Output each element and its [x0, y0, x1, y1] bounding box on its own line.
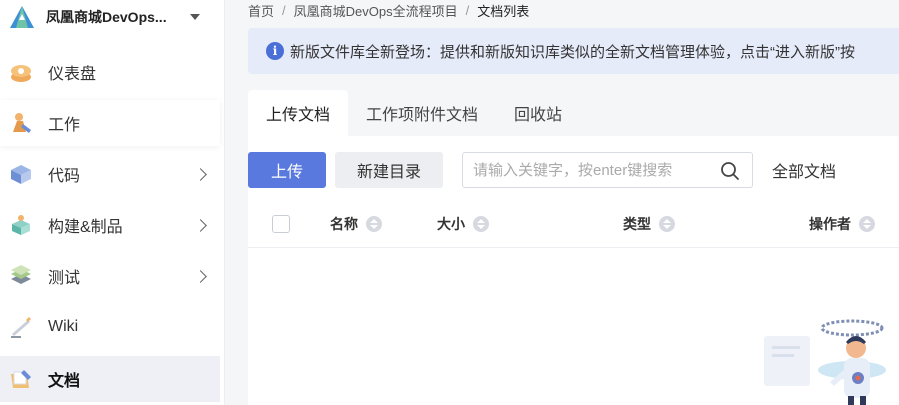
breadcrumb-separator: /: [282, 2, 286, 18]
sidebar-item-label: Wiki: [48, 318, 79, 335]
sort-icon[interactable]: [859, 216, 875, 232]
code-icon: [11, 165, 31, 184]
column-label: 大小: [437, 216, 465, 232]
sort-icon[interactable]: [473, 216, 489, 232]
tab-recycle-bin[interactable]: 回收站: [496, 90, 580, 136]
tab-upload-docs[interactable]: 上传文档: [248, 90, 349, 136]
breadcrumb-project-link[interactable]: 凤凰商城DevOps全流程项目: [294, 1, 458, 20]
chevron-down-icon[interactable]: [190, 14, 200, 20]
column-header-size[interactable]: 大小: [437, 200, 489, 248]
sidebar-item-work[interactable]: 工作: [0, 100, 220, 146]
sidebar-item-label: 代码: [48, 168, 81, 185]
sidebar-item-label: 测试: [48, 270, 81, 287]
doc-tabs: 上传文档 工作项附件文档 回收站: [248, 90, 899, 136]
table-header: 名称 大小 类型 操作者: [248, 200, 899, 248]
sidebar-item-label: 工作: [48, 117, 81, 134]
wiki-icon: [11, 317, 31, 338]
project-switcher[interactable]: 凤凰商城DevOps...: [0, 0, 224, 34]
sort-icon[interactable]: [366, 216, 382, 232]
column-label: 类型: [623, 216, 651, 232]
sidebar-item-label: 构建&制品: [48, 219, 123, 236]
sidebar: 凤凰商城DevOps... 仪表盘 工作 代码 构建&制品 测试 Wiki 文档: [0, 0, 225, 405]
upload-button[interactable]: 上传: [248, 152, 326, 188]
dashboard-icon: [11, 65, 31, 82]
notice-banner: i 新版文件库全新登场：提供和新版知识库类似的全新文档管理体验，点击“进入新版”…: [248, 28, 899, 74]
column-header-name[interactable]: 名称: [330, 200, 382, 248]
sidebar-item-label: 仪表盘: [48, 66, 97, 83]
column-label: 操作者: [809, 216, 851, 232]
breadcrumb-home-link[interactable]: 首页: [248, 1, 274, 20]
project-name: 凤凰商城DevOps...: [46, 9, 167, 25]
search-input[interactable]: [473, 153, 713, 187]
work-icon: [13, 113, 31, 133]
sidebar-item-dashboard[interactable]: 仪表盘: [0, 49, 220, 95]
docs-icon: [11, 370, 31, 388]
sort-icon[interactable]: [659, 216, 675, 232]
tab-workitem-attachments[interactable]: 工作项附件文档: [348, 90, 496, 136]
sidebar-item-code[interactable]: 代码: [0, 151, 220, 197]
breadcrumb-current: 文档列表: [477, 3, 530, 19]
project-logo-icon: [10, 6, 34, 28]
docs-panel: 上传 新建目录 全部文档 名称 大小 类型 操作者: [248, 136, 899, 405]
empty-state-illustration: [764, 319, 886, 405]
new-folder-button[interactable]: 新建目录: [335, 152, 443, 188]
chevron-right-icon: [194, 270, 207, 283]
test-icon: [11, 265, 31, 284]
breadcrumb: 首页 / 凤凰商城DevOps全流程项目 / 文档列表: [248, 0, 529, 20]
build-icon: [12, 215, 30, 235]
sidebar-item-docs[interactable]: 文档: [0, 356, 220, 402]
info-icon: i: [266, 42, 284, 60]
search-box: [462, 152, 753, 188]
notice-text: 新版文件库全新登场：提供和新版知识库类似的全新文档管理体验，点击“进入新版”按: [290, 43, 855, 61]
column-label: 名称: [330, 216, 358, 232]
sidebar-item-test[interactable]: 测试: [0, 253, 220, 299]
chevron-right-icon: [194, 168, 207, 181]
select-all-checkbox[interactable]: [272, 215, 290, 233]
chevron-right-icon: [194, 219, 207, 232]
sidebar-item-build[interactable]: 构建&制品: [0, 202, 220, 248]
column-header-type[interactable]: 类型: [623, 200, 675, 248]
breadcrumb-separator: /: [465, 2, 470, 18]
search-icon[interactable]: [720, 161, 740, 181]
column-header-operator[interactable]: 操作者: [809, 200, 875, 248]
sidebar-item-wiki[interactable]: Wiki: [0, 304, 220, 350]
doc-filter-dropdown[interactable]: 全部文档: [772, 152, 836, 188]
sidebar-item-label: 文档: [48, 373, 81, 390]
